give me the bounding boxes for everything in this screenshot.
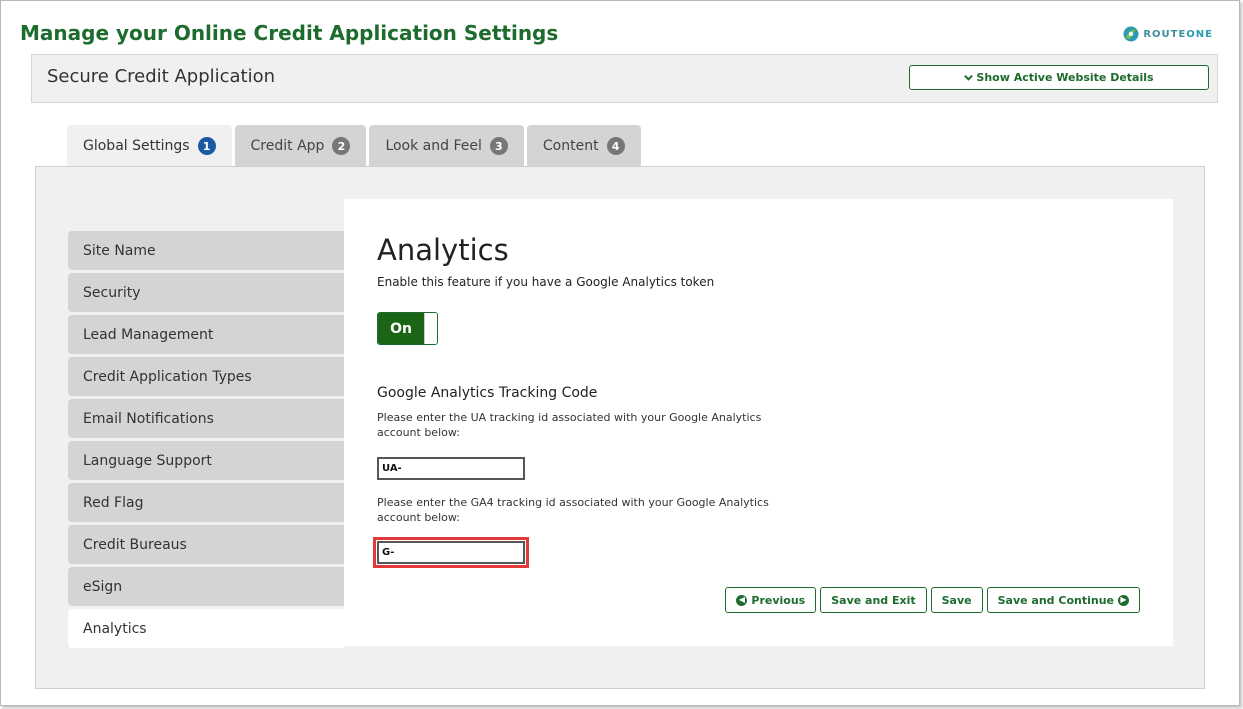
- window-frame: Manage your Online Credit Application Se…: [0, 0, 1240, 706]
- analytics-panel: Analytics Enable this feature if you hav…: [344, 199, 1173, 646]
- tab-badge: 3: [489, 137, 508, 155]
- previous-button[interactable]: ◀ Previous: [725, 587, 817, 613]
- sidebar-item-esign[interactable]: eSign: [68, 567, 344, 606]
- sidebar-item-analytics[interactable]: Analytics: [68, 609, 344, 648]
- settings-sidebar: Site Name Security Lead Management Credi…: [68, 231, 344, 651]
- tab-look-and-feel[interactable]: Look and Feel 3: [369, 125, 524, 167]
- show-active-website-details-button[interactable]: Show Active Website Details: [909, 65, 1209, 90]
- routeone-logo-icon: [1123, 26, 1139, 42]
- sidebar-item-language-support[interactable]: Language Support: [68, 441, 344, 480]
- tab-global-settings[interactable]: Global Settings 1: [67, 125, 232, 167]
- save-and-exit-button[interactable]: Save and Exit: [820, 587, 927, 613]
- tracking-code-title: Google Analytics Tracking Code: [377, 385, 598, 401]
- sidebar-item-email-notifications[interactable]: Email Notifications: [68, 399, 344, 438]
- toggle-knob: [424, 313, 437, 344]
- routeone-logo: ROUTEONE: [1123, 26, 1213, 42]
- toggle-on-label: On: [378, 313, 424, 344]
- header-title: Secure Credit Application: [47, 66, 276, 87]
- action-buttons: ◀ Previous Save and Exit Save Save and C…: [725, 587, 1140, 613]
- routeone-logo-text: ROUTEONE: [1143, 28, 1213, 40]
- tab-badge: 1: [197, 137, 216, 155]
- arrow-right-circle-icon: ▶: [1118, 594, 1129, 606]
- arrow-left-circle-icon: ◀: [736, 594, 748, 606]
- save-and-continue-label: Save and Continue: [997, 593, 1114, 607]
- tab-label: Credit App: [250, 138, 325, 154]
- previous-label: Previous: [751, 593, 806, 607]
- tab-label: Look and Feel: [385, 138, 482, 154]
- analytics-description: Enable this feature if you have a Google…: [377, 275, 715, 289]
- ua-tracking-id-input[interactable]: [377, 457, 525, 480]
- ga4-help-text: Please enter the GA4 tracking id associa…: [377, 496, 769, 524]
- sidebar-item-lead-management[interactable]: Lead Management: [68, 315, 344, 354]
- tab-label: Global Settings: [83, 138, 190, 154]
- tab-badge: 2: [332, 137, 351, 155]
- save-label: Save: [941, 593, 972, 607]
- tab-badge: 4: [606, 137, 625, 155]
- content-area: Site Name Security Lead Management Credi…: [35, 166, 1205, 689]
- save-and-exit-label: Save and Exit: [831, 593, 916, 607]
- save-and-continue-button[interactable]: Save and Continue ▶: [986, 587, 1140, 613]
- chevron-down-icon: [964, 74, 974, 81]
- sidebar-item-credit-bureaus[interactable]: Credit Bureaus: [68, 525, 344, 564]
- sidebar-item-site-name[interactable]: Site Name: [68, 231, 344, 270]
- sidebar-item-red-flag[interactable]: Red Flag: [68, 483, 344, 522]
- tab-label: Content: [542, 138, 599, 154]
- save-button[interactable]: Save: [930, 587, 983, 613]
- ua-help-text: Please enter the UA tracking id associat…: [377, 411, 762, 439]
- show-active-website-details-label: Show Active Website Details: [976, 71, 1154, 84]
- analytics-heading: Analytics: [377, 233, 509, 267]
- sidebar-item-security[interactable]: Security: [68, 273, 344, 312]
- tab-content[interactable]: Content 4: [526, 125, 641, 167]
- sidebar-item-credit-application-types[interactable]: Credit Application Types: [68, 357, 344, 396]
- page-title: Manage your Online Credit Application Se…: [20, 21, 559, 45]
- ga4-tracking-id-input[interactable]: [377, 541, 525, 564]
- settings-tabs: Global Settings 1 Credit App 2 Look and …: [67, 125, 641, 167]
- tab-credit-app[interactable]: Credit App 2: [234, 125, 367, 167]
- analytics-toggle[interactable]: On: [377, 312, 438, 345]
- header-panel: Secure Credit Application Show Active We…: [31, 54, 1218, 103]
